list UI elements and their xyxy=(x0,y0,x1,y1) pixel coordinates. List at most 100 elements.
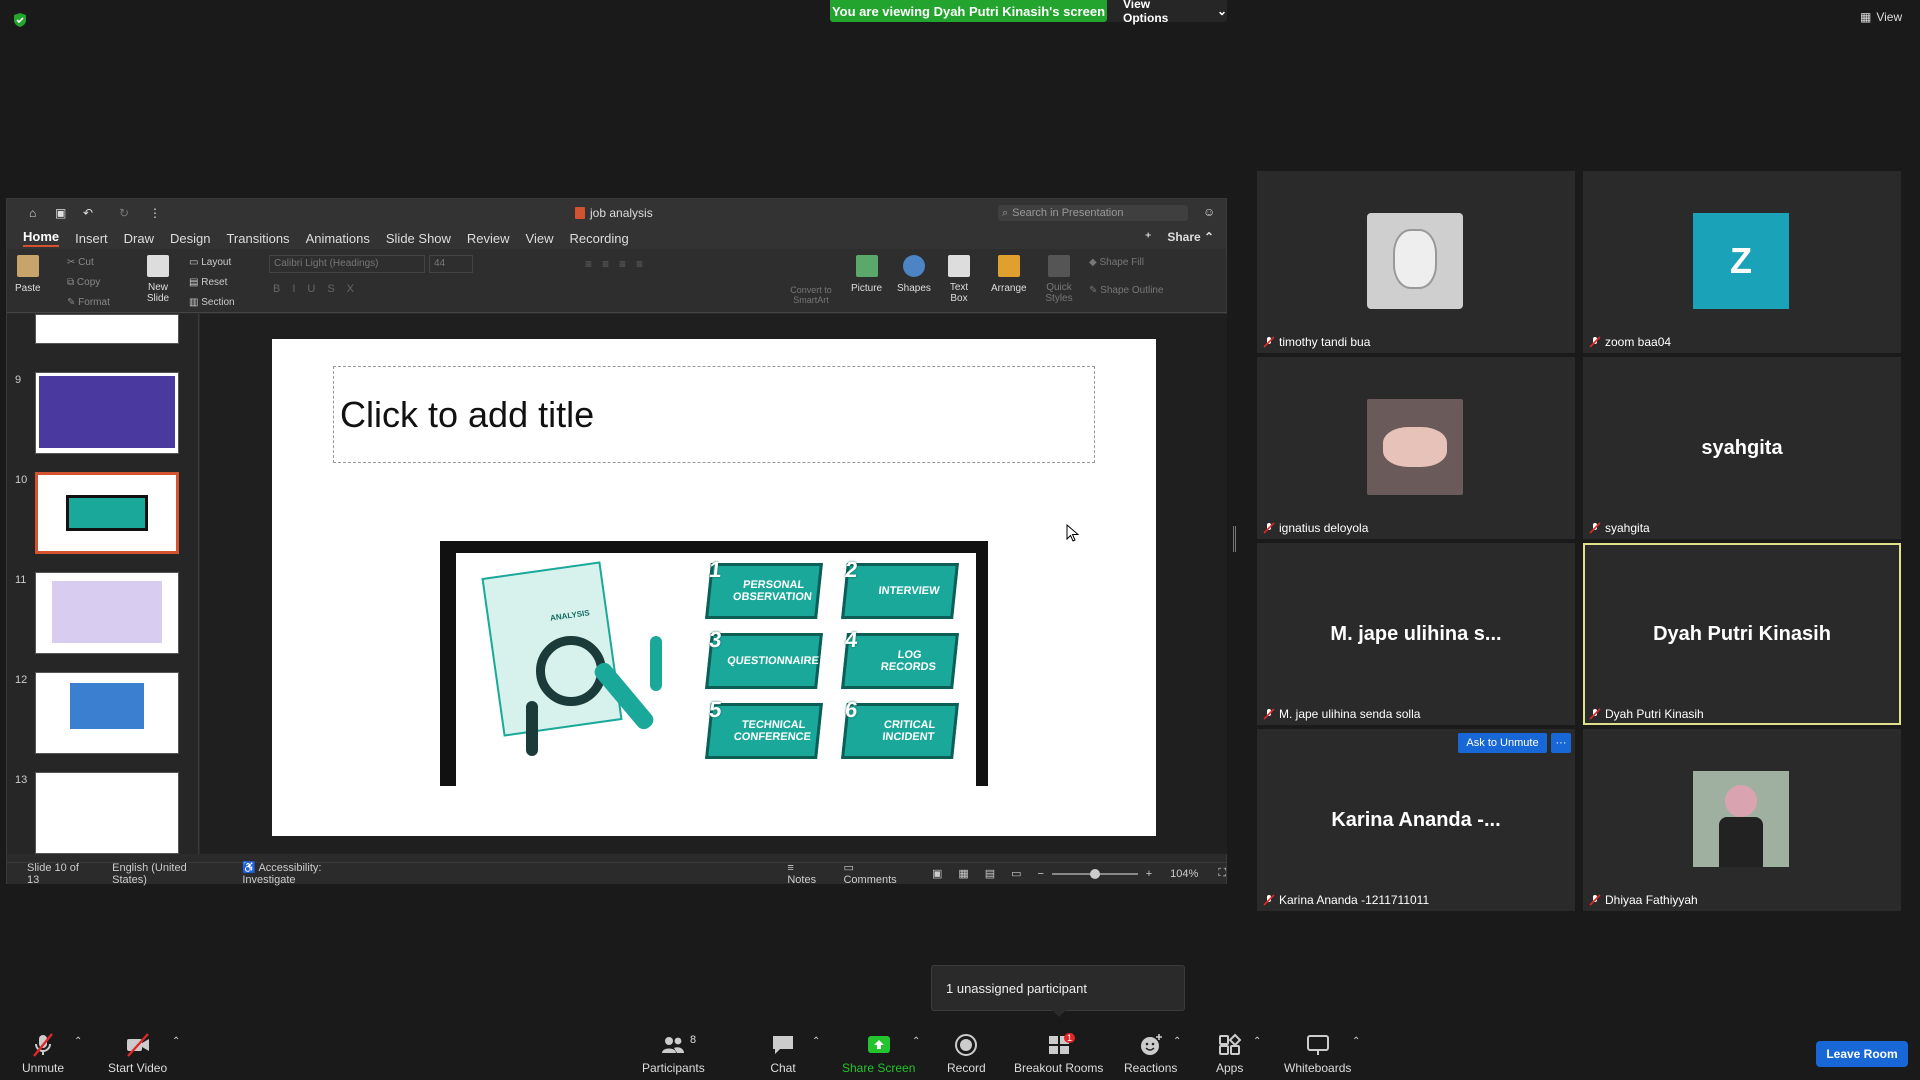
slide-thumbnail-10-selected[interactable] xyxy=(35,472,179,554)
view-button[interactable]: ▦ View xyxy=(1860,10,1902,24)
zoom-in-button[interactable]: + xyxy=(1146,868,1152,880)
reset-button[interactable]: ▤ Reset xyxy=(189,277,227,288)
tab-review[interactable]: Review xyxy=(467,231,510,246)
participant-tile-dhiyaa[interactable]: Dhiyaa Fathiyyah xyxy=(1583,729,1901,911)
audio-options-chevron-icon[interactable]: ⌃ xyxy=(74,1036,82,1047)
zoom-out-button[interactable]: − xyxy=(1038,868,1044,880)
font-size-select[interactable]: 44 xyxy=(429,255,473,273)
record-button[interactable]: Record xyxy=(947,1032,986,1075)
apps-button[interactable]: Apps xyxy=(1216,1032,1243,1075)
chat-button[interactable]: Chat xyxy=(770,1032,796,1075)
participant-name-text: zoom baa04 xyxy=(1605,335,1672,349)
save-icon[interactable]: ▣ xyxy=(55,206,66,220)
format-painter-button[interactable]: ✎ Format xyxy=(67,297,110,308)
tab-home[interactable]: Home xyxy=(23,229,60,247)
unmute-button[interactable]: Unmute xyxy=(22,1032,64,1075)
text-box-button[interactable]: Text Box xyxy=(947,255,971,304)
tab-recording[interactable]: Recording xyxy=(570,231,629,246)
chat-options-chevron-icon[interactable]: ⌃ xyxy=(812,1036,820,1047)
convert-smartart-button[interactable]: Convert to SmartArt xyxy=(783,285,839,305)
zoom-slider-thumb[interactable] xyxy=(1089,868,1100,879)
share-options-chevron-icon[interactable]: ⌃ xyxy=(912,1036,920,1047)
unassigned-text: 1 unassigned participant xyxy=(946,980,1087,996)
share-screen-button[interactable]: Share Screen xyxy=(842,1032,915,1075)
redo-icon[interactable]: ↻ xyxy=(119,206,129,220)
whiteboards-chevron-icon[interactable]: ⌃ xyxy=(1352,1036,1360,1047)
participant-tile-karina[interactable]: Karina Ananda -... Karina Ananda -121171… xyxy=(1257,729,1575,911)
security-shield-icon[interactable] xyxy=(12,12,28,28)
layout-button[interactable]: ▭ Layout xyxy=(189,257,231,268)
format-label: Format xyxy=(78,297,110,308)
paste-label: Paste xyxy=(15,283,41,294)
participant-name-text: Karina Ananda -1211711011 xyxy=(1279,893,1430,907)
tab-draw[interactable]: Draw xyxy=(124,231,154,246)
reactions-chevron-icon[interactable]: ⌃ xyxy=(1173,1036,1181,1047)
slide-thumbnail-11[interactable] xyxy=(35,572,179,654)
font-format-buttons[interactable]: BIUSX xyxy=(273,283,366,295)
job-analysis-image[interactable]: ANALYSIS 1 PERSONAL OBSERVATION 2 INTERVIEW… xyxy=(440,541,988,786)
video-options-chevron-icon[interactable]: ⌃ xyxy=(172,1036,180,1047)
view-mode-buttons[interactable]: ▣▦▤▭ xyxy=(932,867,1038,880)
language-status[interactable]: English (United States) xyxy=(112,862,224,886)
tab-view[interactable]: View xyxy=(526,231,554,246)
reactions-button[interactable]: Reactions xyxy=(1124,1032,1177,1075)
tab-animations[interactable]: Animations xyxy=(306,231,370,246)
step-label: CRITICAL INCIDENT xyxy=(881,718,936,743)
panel-resize-handle[interactable] xyxy=(1233,526,1236,552)
slide-thumbnail-9[interactable] xyxy=(35,372,179,454)
shape-fill-button[interactable]: ◆ Shape Fill xyxy=(1089,257,1144,268)
participant-tile-ignatius[interactable]: ignatius deloyola xyxy=(1257,357,1575,539)
notes-button[interactable]: ≡ Notes xyxy=(787,862,825,886)
new-slide-label: New Slide xyxy=(146,282,170,304)
picture-button[interactable]: Picture xyxy=(851,255,882,294)
copy-button[interactable]: ⧉ Copy xyxy=(67,277,100,288)
search-input[interactable]: ⌕ Search in Presentation xyxy=(998,205,1188,221)
shapes-button[interactable]: Shapes xyxy=(897,255,931,294)
start-video-button[interactable]: Start Video xyxy=(108,1032,167,1075)
title-placeholder[interactable]: Click to add title xyxy=(333,366,1095,463)
font-family-select[interactable]: Calibri Light (Headings) xyxy=(269,255,425,273)
participant-name: syahgita xyxy=(1589,521,1650,535)
participant-tile-syahgita[interactable]: syahgita syahgita xyxy=(1583,357,1901,539)
participant-tile-dyah-active-speaker[interactable]: Dyah Putri Kinasih Dyah Putri Kinasih xyxy=(1583,543,1901,725)
status-bar: Slide 10 of 13 English (United States) ♿… xyxy=(7,861,1226,886)
tab-slide-show[interactable]: Slide Show xyxy=(386,231,451,246)
tab-transitions[interactable]: Transitions xyxy=(226,231,289,246)
customize-icon[interactable]: ⋮ xyxy=(149,206,161,220)
participant-tile-timothy[interactable]: timothy tandi bua xyxy=(1257,171,1575,353)
feedback-icon[interactable]: ☺ xyxy=(1203,205,1215,219)
section-button[interactable]: ▥ Section xyxy=(189,297,235,308)
tab-insert[interactable]: Insert xyxy=(75,231,108,246)
whiteboards-button[interactable]: Whiteboards xyxy=(1284,1032,1351,1075)
zoom-slider[interactable] xyxy=(1051,868,1138,879)
slide-thumbnail-13[interactable] xyxy=(35,772,179,854)
breakout-rooms-button[interactable]: Breakout Rooms xyxy=(1014,1032,1103,1075)
fit-slide-icon[interactable]: ⛶ xyxy=(1218,867,1226,880)
tab-design[interactable]: Design xyxy=(170,231,210,246)
share-button[interactable]: ⁺ Share ⌃ xyxy=(1145,230,1214,244)
new-slide-button[interactable]: New Slide xyxy=(143,255,173,304)
paragraph-buttons[interactable]: ≡≡≡≡ xyxy=(585,257,653,271)
home-icon[interactable]: ⌂ xyxy=(29,206,36,220)
ask-to-unmute-button[interactable]: Ask to Unmute xyxy=(1458,733,1547,753)
arrange-button[interactable]: Arrange xyxy=(991,255,1027,294)
participant-tile-zoom-baa04[interactable]: Z zoom baa04 xyxy=(1583,171,1901,353)
picture-label: Picture xyxy=(851,283,883,294)
accessibility-status[interactable]: ♿ Accessibility: Investigate xyxy=(242,861,377,886)
cut-button[interactable]: ✂ Cut xyxy=(67,257,94,268)
shape-outline-button[interactable]: ✎ Shape Outline xyxy=(1089,285,1164,296)
reactions-label: Reactions xyxy=(1124,1061,1178,1075)
view-options-button[interactable]: View Options ⌄ xyxy=(1107,0,1227,25)
zoom-level[interactable]: 104% xyxy=(1170,868,1198,880)
more-options-button[interactable]: ··· xyxy=(1551,733,1571,753)
comments-button[interactable]: ▭ Comments xyxy=(843,861,909,886)
slide-thumbnail-12[interactable] xyxy=(35,672,179,754)
leave-room-button[interactable]: Leave Room xyxy=(1816,1041,1908,1067)
apps-chevron-icon[interactable]: ⌃ xyxy=(1253,1036,1261,1047)
undo-icon[interactable]: ↶ xyxy=(83,206,93,220)
participant-tile-m-jape[interactable]: M. jape ulihina s... M. jape ulihina sen… xyxy=(1257,543,1575,725)
quick-styles-button[interactable]: Quick Styles xyxy=(1043,255,1075,304)
slide-thumbnail-8[interactable] xyxy=(35,314,179,344)
participant-photo xyxy=(1693,771,1789,867)
paste-button[interactable]: Paste xyxy=(15,255,41,294)
